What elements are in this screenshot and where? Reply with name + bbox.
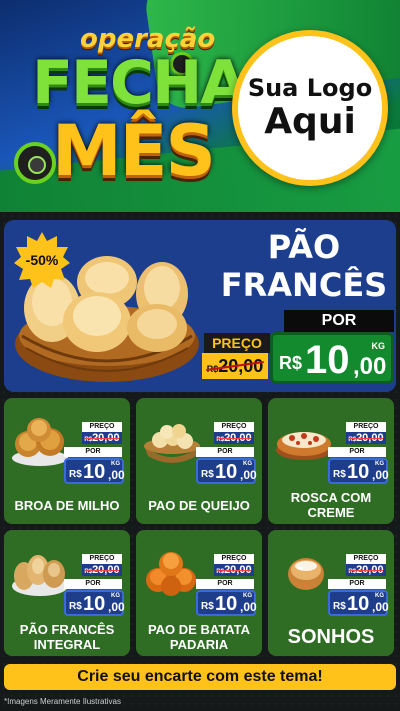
price-currency: R$ (69, 469, 82, 480)
hero-preco-label: PREÇO (204, 333, 270, 353)
product-card-sonhos[interactable]: PREÇO R$20,00 POR R$ 10 ,00 KG SONHOS (268, 530, 394, 656)
campaign-title: operação FECHA MÊS (10, 18, 247, 203)
new-price: R$ 10 ,00 KG (196, 590, 257, 616)
old-price: R$20,00 (346, 432, 386, 444)
old-price: R$20,00 (214, 432, 254, 444)
new-price: R$ 10 ,00 KG (64, 458, 125, 484)
price-currency: R$ (201, 469, 214, 480)
price-integer: 10 (215, 461, 238, 483)
price-decimal: ,00 (353, 353, 387, 380)
strikethrough-line (349, 438, 383, 439)
product-card-broa[interactable]: PREÇO R$20,00 POR R$ 10 ,00 KG BROA DE M… (4, 398, 130, 524)
preco-label: PREÇO (82, 554, 122, 564)
price-unit: KG (111, 593, 120, 599)
disclaimer-text: *Imagens Meramente Ilustrativas (4, 697, 121, 706)
cheese-bread-icon (144, 424, 200, 463)
product-card-rosca[interactable]: PREÇO R$20,00 POR R$ 10 ,00 KG ROSCA COM… (268, 398, 394, 524)
preco-label: PREÇO (346, 554, 386, 564)
price-decimal: ,00 (240, 600, 257, 614)
price-integer: 10 (215, 593, 238, 615)
logo-text-line1: Sua Logo (247, 74, 373, 102)
price-integer: 10 (83, 593, 106, 615)
strikethrough-line (349, 570, 383, 571)
speaker-icon (14, 142, 56, 184)
potato-bread-icon (146, 552, 196, 596)
price-currency: R$ (333, 601, 346, 612)
price-unit: KG (375, 461, 384, 467)
product-card-pao-integral[interactable]: PREÇO R$20,00 POR R$ 10 ,00 KG PÃO FRANC… (4, 530, 130, 656)
product-card-pao-de-queijo[interactable]: PREÇO R$20,00 POR R$ 10 ,00 KG PAO DE QU… (136, 398, 262, 524)
strikethrough-line (217, 438, 251, 439)
logo-placeholder[interactable]: Sua Logo Aqui (232, 30, 388, 186)
hero-por-label: POR (284, 310, 394, 332)
hero-new-price: R$ 10 ,00 KG (270, 332, 394, 384)
logo-text-line2: Aqui (264, 101, 356, 142)
product-name: PÃO FRANCÊS INTEGRAL (19, 622, 115, 652)
hero-offer-card[interactable]: -50% PÃO FRANCÊS POR PREÇO R$20,00 R$ 10… (4, 220, 396, 392)
por-label: POR (64, 579, 122, 589)
preco-label: PREÇO (82, 422, 122, 432)
sonho-donut-icon (288, 558, 324, 590)
old-price: R$20,00 (82, 432, 122, 444)
preco-label: PREÇO (214, 422, 254, 432)
price-integer: 10 (347, 461, 370, 483)
price-integer: 10 (347, 593, 370, 615)
product-name: BROA DE MILHO (14, 497, 120, 513)
price-currency: R$ (333, 469, 346, 480)
por-label: POR (64, 447, 122, 457)
cornbread-icon (12, 418, 68, 466)
price-currency: R$ (201, 601, 214, 612)
old-price: R$20,00 (214, 564, 254, 576)
hero-old-price: R$20,00 (202, 353, 268, 379)
new-price: R$ 10 ,00 KG (196, 458, 257, 484)
price-currency: R$ (69, 601, 82, 612)
price-decimal: ,00 (108, 600, 125, 614)
product-name: ROSCA COM CREME (290, 490, 372, 520)
discount-badge: -50% (14, 232, 70, 288)
por-label: POR (328, 579, 386, 589)
por-label: POR (196, 447, 254, 457)
old-price: R$20,00 (346, 564, 386, 576)
price-unit: KG (371, 341, 386, 351)
new-price: R$ 10 ,00 KG (328, 458, 389, 484)
price-unit: KG (243, 593, 252, 599)
price-unit: KG (243, 461, 252, 467)
old-price: R$20,00 (82, 564, 122, 576)
new-price: R$ 10 ,00 KG (328, 590, 389, 616)
cta-button[interactable]: Crie seu encarte com este tema! (4, 664, 396, 690)
price-decimal: ,00 (372, 468, 389, 482)
new-price: R$ 10 ,00 KG (64, 590, 125, 616)
price-decimal: ,00 (372, 600, 389, 614)
strikethrough-line (217, 570, 251, 571)
hero-name-line2: FRANCÊS (220, 266, 388, 304)
price-integer: 10 (305, 338, 350, 382)
product-name: PAO DE QUEIJO (148, 497, 250, 513)
cream-roll-icon (276, 432, 332, 460)
title-fecha: FECHA (32, 48, 247, 118)
title-mes: MÊS (52, 110, 216, 192)
product-name: SONHOS (287, 625, 375, 648)
wholegrain-bread-icon (12, 555, 68, 596)
header-banner: operação FECHA MÊS Sua Logo Aqui (0, 0, 400, 212)
strikethrough-line (85, 438, 119, 439)
preco-label: PREÇO (346, 422, 386, 432)
preco-label: PREÇO (214, 554, 254, 564)
hero-product-name: PÃO FRANCÊS (214, 228, 394, 304)
product-name: PAO DE BATATA PADARIA (147, 622, 251, 652)
price-integer: 10 (83, 461, 106, 483)
product-card-pao-batata[interactable]: PREÇO R$20,00 POR R$ 10 ,00 KG PAO DE BA… (136, 530, 262, 656)
discount-text: -50% (25, 252, 59, 268)
price-unit: KG (375, 593, 384, 599)
por-label: POR (196, 579, 254, 589)
por-label: POR (328, 447, 386, 457)
price-decimal: ,00 (108, 468, 125, 482)
strikethrough-line (85, 570, 119, 571)
price-decimal: ,00 (240, 468, 257, 482)
hero-name-line1: PÃO (267, 228, 341, 266)
price-currency: R$ (279, 353, 303, 373)
price-unit: KG (111, 461, 120, 467)
